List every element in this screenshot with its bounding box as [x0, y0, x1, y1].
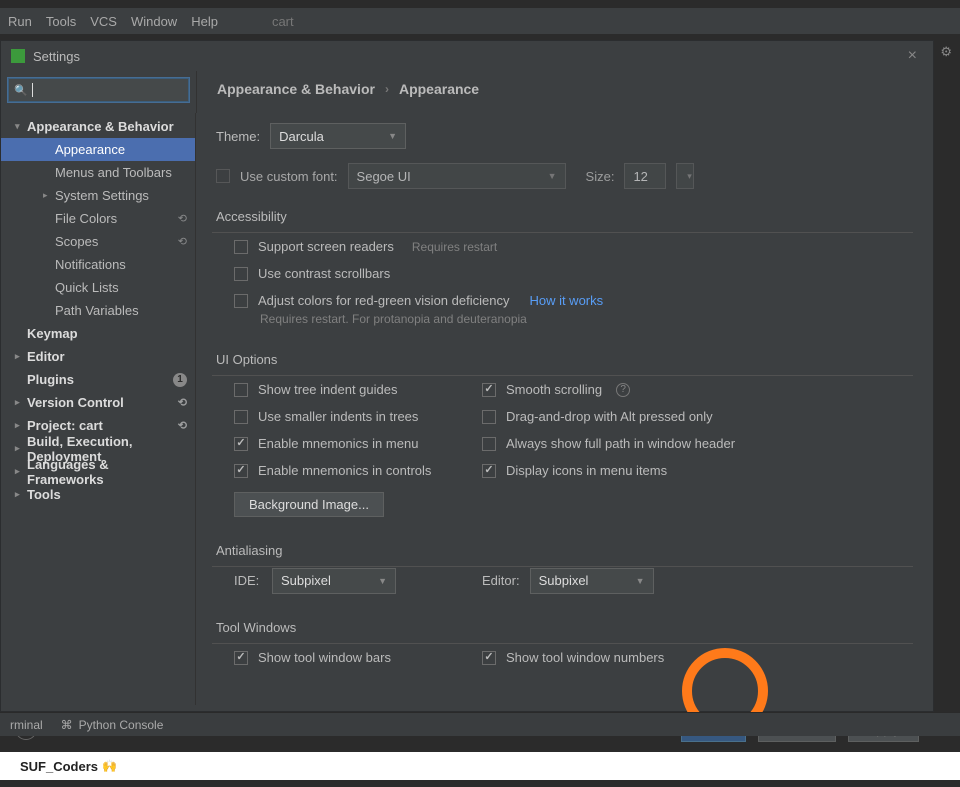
- tree-item-file-colors[interactable]: File Colors⟲: [1, 207, 195, 230]
- screen-readers-checkbox[interactable]: [234, 240, 248, 254]
- info-icon[interactable]: ?: [616, 383, 630, 397]
- tree-item-tools[interactable]: ▸Tools: [1, 483, 195, 506]
- mnemonics-controls-checkbox[interactable]: [234, 464, 248, 478]
- menu-item[interactable]: Tools: [46, 14, 76, 29]
- reset-icon[interactable]: ⟲: [178, 396, 187, 409]
- custom-font-checkbox[interactable]: [216, 169, 230, 183]
- section-antialiasing: Antialiasing: [216, 543, 913, 558]
- chevron-down-icon: ▼: [388, 131, 397, 141]
- tree-item-notifications[interactable]: Notifications: [1, 253, 195, 276]
- section-accessibility: Accessibility: [216, 209, 913, 224]
- tree-item-system-settings[interactable]: ▸System Settings: [1, 184, 195, 207]
- editor-aa-label: Editor:: [482, 573, 520, 588]
- chevron-right-icon: ▸: [15, 397, 27, 408]
- chevron-right-icon: ▸: [15, 443, 27, 454]
- chevron-right-icon: ▸: [15, 420, 27, 431]
- chevron-right-icon: ▸: [15, 466, 27, 477]
- tree-item-languages-frameworks[interactable]: ▸Languages & Frameworks: [1, 460, 195, 483]
- tool-window-numbers-checkbox[interactable]: [482, 651, 496, 665]
- contrast-scrollbars-checkbox[interactable]: [234, 267, 248, 281]
- full-path-checkbox[interactable]: [482, 437, 496, 451]
- terminal-tab[interactable]: rminal: [10, 718, 43, 732]
- editor-antialiasing-select[interactable]: Subpixel▼: [530, 568, 654, 594]
- custom-font-label: Use custom font:: [240, 169, 338, 184]
- ide-aa-label: IDE:: [234, 573, 262, 588]
- tree-item-appearance-behavior[interactable]: ▾Appearance & Behavior: [1, 115, 195, 138]
- smaller-indents-checkbox[interactable]: [234, 410, 248, 424]
- tree-guides-checkbox[interactable]: [234, 383, 248, 397]
- tree-item-editor[interactable]: ▸Editor: [1, 345, 195, 368]
- dialog-title: Settings: [33, 49, 80, 64]
- count-badge: 1: [173, 373, 187, 387]
- search-input[interactable]: 🔍: [7, 77, 190, 103]
- chevron-down-icon: ▾: [15, 121, 27, 132]
- menu-item[interactable]: Window: [131, 14, 177, 29]
- tree-item-plugins[interactable]: Plugins1: [1, 368, 195, 391]
- chevron-down-icon: ▾: [687, 171, 692, 182]
- ide-antialiasing-select[interactable]: Subpixel▼: [272, 568, 396, 594]
- size-label: Size:: [586, 169, 615, 184]
- chevron-right-icon: ▸: [15, 489, 27, 500]
- tree-item-quick-lists[interactable]: Quick Lists: [1, 276, 195, 299]
- colorblind-checkbox[interactable]: [234, 294, 248, 308]
- gear-icon[interactable]: ⚙: [940, 44, 952, 60]
- breadcrumb: Appearance & Behavior › Appearance: [217, 81, 913, 97]
- settings-content: Theme: Darcula▼ Use custom font: Segoe U…: [196, 113, 933, 705]
- python-console-tab[interactable]: ⌘Python Console: [61, 718, 164, 732]
- project-path: cart: [272, 14, 294, 29]
- font-select[interactable]: Segoe UI▼: [348, 163, 566, 189]
- chevron-right-icon: ›: [385, 82, 389, 96]
- reset-icon[interactable]: ⟲: [178, 419, 187, 432]
- bottom-tool-strip: rminal ⌘Python Console: [0, 712, 960, 736]
- chevron-down-icon: ▼: [636, 576, 645, 586]
- tree-item-version-control[interactable]: ▸Version Control⟲: [1, 391, 195, 414]
- font-size-stepper[interactable]: ▾: [676, 163, 694, 189]
- chevron-down-icon: ▼: [378, 576, 387, 586]
- drag-drop-alt-checkbox[interactable]: [482, 410, 496, 424]
- tree-item-scopes[interactable]: Scopes⟲: [1, 230, 195, 253]
- chevron-down-icon: ▼: [548, 171, 557, 181]
- tree-item-menus-and-toolbars[interactable]: Menus and Toolbars: [1, 161, 195, 184]
- section-tool-windows: Tool Windows: [216, 620, 913, 635]
- menu-item[interactable]: Run: [8, 14, 32, 29]
- menu-item[interactable]: Help: [191, 14, 218, 29]
- tool-window-bars-checkbox[interactable]: [234, 651, 248, 665]
- theme-select[interactable]: Darcula▼: [270, 123, 406, 149]
- tree-item-appearance[interactable]: Appearance: [1, 138, 195, 161]
- mnemonics-menu-checkbox[interactable]: [234, 437, 248, 451]
- menu-item[interactable]: VCS: [90, 14, 117, 29]
- font-size-input[interactable]: 12: [624, 163, 666, 189]
- colorblind-hint: Requires restart. For protanopia and deu…: [216, 312, 913, 326]
- chevron-right-icon: ▸: [15, 351, 27, 362]
- smooth-scrolling-checkbox[interactable]: [482, 383, 496, 397]
- python-icon: ⌘: [61, 718, 73, 732]
- taskbar-strip: SUF_Coders🙌: [0, 752, 960, 780]
- app-icon: [11, 49, 25, 63]
- reset-icon[interactable]: ⟲: [178, 235, 187, 248]
- how-it-works-link[interactable]: How it works: [529, 293, 603, 308]
- reset-icon[interactable]: ⟲: [178, 212, 187, 225]
- tree-item-path-variables[interactable]: Path Variables: [1, 299, 195, 322]
- ide-menu-bar: Run Tools VCS Window Help cart: [0, 8, 960, 34]
- settings-dialog: Settings × 🔍 Appearance & Behavior › App…: [0, 40, 934, 712]
- close-button[interactable]: ×: [902, 47, 923, 65]
- theme-label: Theme:: [216, 129, 260, 144]
- tree-item-keymap[interactable]: Keymap: [1, 322, 195, 345]
- background-image-button[interactable]: Background Image...: [234, 492, 384, 517]
- search-icon: 🔍: [14, 84, 28, 97]
- chevron-right-icon: ▸: [43, 190, 55, 201]
- menu-icons-checkbox[interactable]: [482, 464, 496, 478]
- section-ui-options: UI Options: [216, 352, 913, 367]
- settings-tree[interactable]: ▾Appearance & BehaviorAppearanceMenus an…: [1, 113, 196, 705]
